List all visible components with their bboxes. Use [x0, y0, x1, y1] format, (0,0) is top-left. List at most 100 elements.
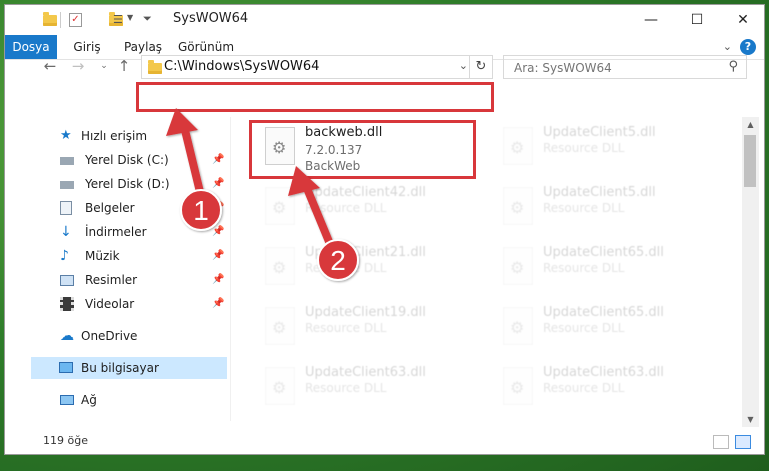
scroll-up-icon[interactable]: ▲: [742, 120, 759, 129]
list-item[interactable]: UpdateClient42.dll Resource DLL: [251, 181, 479, 239]
sidebar-item-pictures[interactable]: Resimler 📌: [5, 269, 227, 291]
up-arrow-icon[interactable]: ↑: [115, 57, 133, 75]
recent-locations-icon[interactable]: ⌄: [95, 57, 113, 75]
drive-icon: [60, 157, 74, 165]
file-type: Resource DLL: [305, 321, 387, 335]
file-name: UpdateClient19.dll: [305, 305, 426, 320]
scroll-down-icon[interactable]: ▼: [742, 415, 759, 424]
sidebar-item-label: Resimler: [85, 273, 138, 287]
star-icon: ★: [60, 128, 72, 143]
pane-splitter[interactable]: [230, 117, 231, 421]
file-type: Resource DLL: [543, 321, 625, 335]
sidebar-item-music[interactable]: ♪ Müzik 📌: [5, 245, 227, 267]
file-name: UpdateClient42.dll: [305, 185, 426, 200]
sidebar-item-downloads[interactable]: ↓ İndirmeler 📌: [5, 221, 227, 243]
sidebar-item-quick-access[interactable]: ★ Hızlı erişim: [5, 125, 227, 147]
dll-file-icon: [503, 127, 533, 165]
search-icon[interactable]: ⚲: [728, 59, 738, 74]
chevron-down-icon[interactable]: ⌄: [459, 59, 468, 72]
list-item[interactable]: UpdateClient5.dll Resource DLL: [489, 121, 717, 179]
sidebar-item-network[interactable]: Ağ: [5, 389, 227, 411]
close-button[interactable]: ✕: [720, 5, 764, 35]
sidebar-item-onedrive[interactable]: ☁ OneDrive: [5, 325, 227, 347]
file-name: backweb.dll: [305, 125, 383, 140]
pin-icon[interactable]: 📌: [212, 197, 224, 219]
file-name: UpdateClient21.dll: [305, 245, 426, 260]
sidebar-item-videos[interactable]: Videolar 📌: [5, 293, 227, 315]
sidebar-item-local-disk-d[interactable]: Yerel Disk (D:) 📌: [5, 173, 227, 195]
back-arrow-icon[interactable]: ←: [41, 57, 59, 75]
file-type: Resource DLL: [543, 201, 625, 215]
dll-file-icon: [503, 187, 533, 225]
list-item[interactable]: UpdateClient65.dll Resource DLL: [489, 301, 717, 359]
status-bar: 119 öğe: [5, 429, 764, 454]
file-name: UpdateClient5.dll: [543, 125, 656, 140]
sidebar-item-label: OneDrive: [81, 329, 138, 343]
window-title: SysWOW64: [173, 11, 249, 26]
chevron-down-icon[interactable]: ▼: [127, 13, 133, 29]
file-version: 7.2.0.137: [305, 143, 363, 157]
dll-file-icon: [503, 307, 533, 345]
list-item[interactable]: UpdateClient5.dll Resource DLL: [489, 181, 717, 239]
sidebar-item-documents[interactable]: Belgeler 📌: [5, 197, 227, 219]
list-item[interactable]: UpdateClient19.dll Resource DLL: [251, 301, 479, 359]
dll-file-icon: [265, 367, 295, 405]
details-view-icon[interactable]: [713, 435, 729, 449]
sidebar-item-label: Belgeler: [85, 201, 135, 215]
separator: [60, 12, 61, 28]
sidebar-item-label: Yerel Disk (C:): [85, 153, 169, 167]
address-bar[interactable]: C:\Windows\SysWOW64 ⌄ ↻: [141, 55, 493, 79]
list-item[interactable]: UpdateClient63.dll Resource DLL: [489, 361, 717, 419]
file-type: Resource DLL: [543, 261, 625, 275]
address-path[interactable]: C:\Windows\SysWOW64: [164, 59, 319, 74]
quick-access-dropdown-icon[interactable]: ⏷: [143, 12, 152, 28]
dll-file-icon: [265, 187, 295, 225]
download-icon: ↓: [60, 224, 72, 240]
drive-icon: [60, 181, 74, 189]
pin-icon[interactable]: 📌: [212, 221, 224, 243]
search-box[interactable]: ⚲: [503, 55, 747, 79]
file-name: UpdateClient65.dll: [543, 305, 664, 320]
list-item[interactable]: UpdateClient65.dll Resource DLL: [489, 241, 717, 299]
title-bar: ✓ ☰ ▼ ⏷ SysWOW64 — ☐ ✕: [5, 5, 764, 35]
maximize-button[interactable]: ☐: [674, 5, 720, 35]
item-count: 119 öğe: [43, 434, 88, 447]
forward-arrow-icon[interactable]: →: [69, 57, 87, 75]
properties-icon[interactable]: ✓: [69, 13, 82, 27]
file-name: UpdateClient63.dll: [305, 365, 426, 380]
pin-icon[interactable]: 📌: [212, 173, 224, 195]
videos-icon: [60, 297, 74, 311]
file-name: UpdateClient65.dll: [543, 245, 664, 260]
pin-icon[interactable]: 📌: [212, 293, 224, 315]
file-type: Resource DLL: [305, 381, 387, 395]
pin-icon[interactable]: 📌: [212, 269, 224, 291]
refresh-icon[interactable]: ↻: [469, 56, 492, 78]
minimize-button[interactable]: —: [628, 5, 674, 35]
folder-icon: [148, 60, 162, 74]
dll-file-icon: [503, 367, 533, 405]
list-item[interactable]: UpdateClient63.dll Resource DLL: [251, 361, 479, 419]
sidebar-item-label: Bu bilgisayar: [81, 361, 159, 375]
navigation-pane: ★ Hızlı erişim Yerel Disk (C:) 📌 Yerel D…: [5, 121, 229, 425]
list-item[interactable]: UpdateClient21.dll Resource DLL: [251, 241, 479, 299]
file-type: Resource DLL: [543, 141, 625, 155]
dll-file-icon: [265, 247, 295, 285]
file-type: Resource DLL: [305, 261, 387, 275]
sidebar-item-label: Yerel Disk (D:): [85, 177, 170, 191]
pictures-icon: [60, 275, 74, 286]
sidebar-item-this-pc[interactable]: Bu bilgisayar: [31, 357, 227, 379]
customize-toolbar-icon[interactable]: ☰: [113, 13, 127, 27]
file-tile-backweb[interactable]: backweb.dll 7.2.0.137 BackWeb: [251, 121, 479, 179]
dll-file-icon: [503, 247, 533, 285]
documents-icon: [60, 201, 72, 215]
navigation-bar: ← → ⌄ ↑ C:\Windows\SysWOW64 ⌄ ↻ ⚲: [5, 51, 764, 83]
network-icon: [60, 395, 74, 405]
sidebar-item-label: Videolar: [85, 297, 135, 311]
vertical-scrollbar[interactable]: ▲ ▼: [742, 117, 759, 427]
pin-icon[interactable]: 📌: [212, 149, 224, 171]
search-input[interactable]: [512, 57, 716, 79]
large-icons-view-icon[interactable]: [735, 435, 751, 449]
scrollbar-thumb[interactable]: [744, 135, 756, 187]
pin-icon[interactable]: 📌: [212, 245, 224, 267]
sidebar-item-local-disk-c[interactable]: Yerel Disk (C:) 📌: [5, 149, 227, 171]
